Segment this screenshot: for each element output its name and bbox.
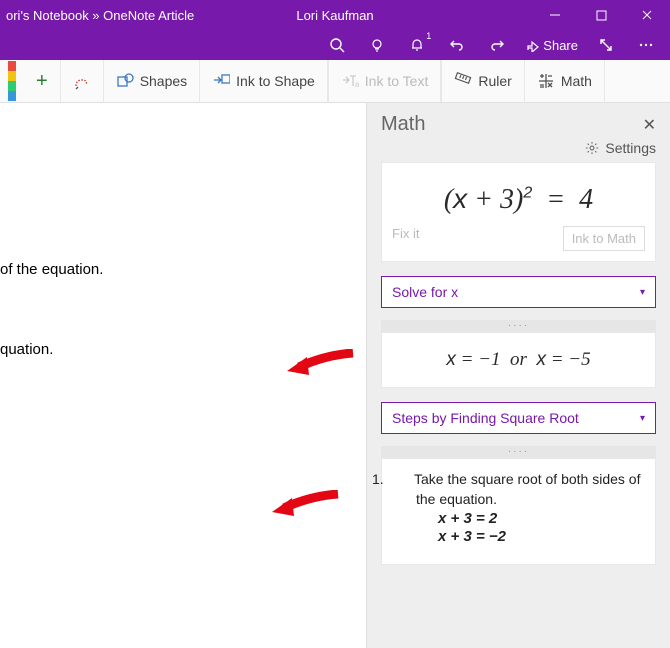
undo-icon[interactable]	[439, 30, 475, 60]
notification-count: 1	[426, 31, 431, 41]
drag-handle[interactable]: ····	[381, 320, 656, 332]
window-buttons	[532, 0, 670, 30]
title-bar: ori's Notebook » OneNote Article Lori Ka…	[0, 0, 670, 30]
close-button[interactable]	[624, 0, 670, 30]
settings-label: Settings	[605, 140, 656, 156]
notification-bell-icon[interactable]: 1	[399, 30, 435, 60]
ink-to-shape-label: Ink to Shape	[236, 73, 315, 89]
math-button[interactable]: Math	[525, 60, 605, 102]
drag-handle[interactable]: ····	[381, 446, 656, 458]
ink-to-math-button[interactable]: Ink to Math	[563, 226, 645, 251]
breadcrumb: ori's Notebook » OneNote Article	[0, 8, 194, 23]
shapes-button[interactable]: Shapes	[104, 60, 200, 102]
math-pane: Math ✕ Settings (x + 3)2 = 4 Fix it Ink …	[366, 103, 670, 648]
share-icon	[525, 38, 539, 52]
ruler-icon	[454, 72, 472, 90]
math-icon	[537, 72, 555, 90]
redo-icon[interactable]	[479, 30, 515, 60]
lightbulb-icon[interactable]	[359, 30, 395, 60]
svg-text:a: a	[355, 80, 359, 89]
chevron-down-icon: ▾	[640, 287, 645, 298]
fix-it-button[interactable]: Fix it	[392, 226, 419, 251]
shapes-icon	[116, 72, 134, 90]
math-pane-header: Math ✕	[381, 113, 656, 136]
ink-to-shape-button[interactable]: Ink to Shape	[200, 60, 328, 102]
ink-to-text-label: Ink to Text	[365, 73, 429, 89]
maximize-button[interactable]	[578, 0, 624, 30]
canvas-text-fragment: quation.	[0, 341, 53, 358]
search-icon[interactable]	[319, 30, 355, 60]
steps-card: 1.Take the square root of both sides of …	[381, 458, 656, 565]
math-label: Math	[561, 73, 592, 89]
ruler-button[interactable]: Ruler	[441, 60, 524, 102]
step-text: 1.Take the square root of both sides of …	[394, 469, 643, 510]
user-name[interactable]: Lori Kaufman	[296, 8, 373, 23]
steps-dropdown[interactable]: Steps by Finding Square Root ▾	[381, 402, 656, 434]
note-canvas[interactable]: of the equation. quation.	[0, 103, 366, 648]
action-dropdown[interactable]: Solve for x ▾	[381, 276, 656, 308]
lasso-button[interactable]	[61, 60, 104, 102]
step-equation: x + 3 = 2	[394, 510, 643, 528]
equation-display: (x + 3)2 = 4	[444, 184, 593, 215]
command-bar: 1 Share	[0, 30, 670, 60]
share-label: Share	[543, 38, 578, 53]
pen-colors-button[interactable]	[0, 60, 24, 102]
share-button[interactable]: Share	[519, 38, 584, 53]
gear-icon	[585, 141, 599, 155]
canvas-text-fragment: of the equation.	[0, 261, 103, 278]
lasso-icon	[73, 72, 91, 90]
ink-to-shape-icon	[212, 72, 230, 90]
ink-to-text-icon: a	[341, 72, 359, 90]
math-settings-button[interactable]: Settings	[381, 140, 656, 156]
plus-icon: +	[36, 70, 48, 93]
solution-display: x = −1 or x = −5	[446, 349, 590, 370]
action-dropdown-value: Solve for x	[392, 284, 458, 300]
add-pen-button[interactable]: +	[24, 60, 61, 102]
solution-card: x = −1 or x = −5	[381, 332, 656, 388]
color-strip-icon	[8, 61, 16, 101]
minimize-button[interactable]	[532, 0, 578, 30]
shapes-label: Shapes	[140, 73, 187, 89]
main-area: of the equation. quation. Math ✕ Setting…	[0, 103, 670, 648]
annotation-arrow	[285, 349, 355, 379]
chevron-down-icon: ▾	[640, 413, 645, 424]
ruler-label: Ruler	[478, 73, 511, 89]
ink-to-text-button: a Ink to Text	[328, 60, 442, 102]
math-pane-title: Math	[381, 113, 425, 136]
fullscreen-icon[interactable]	[588, 30, 624, 60]
equation-card: (x + 3)2 = 4 Fix it Ink to Math	[381, 162, 656, 262]
annotation-arrow	[270, 490, 340, 520]
step-equation: x + 3 = −2	[394, 528, 643, 546]
steps-dropdown-value: Steps by Finding Square Root	[392, 410, 579, 426]
ribbon-toolbar: + Shapes Ink to Shape a Ink to Text Rule…	[0, 60, 670, 103]
close-pane-button[interactable]: ✕	[643, 115, 656, 135]
more-icon[interactable]	[628, 30, 664, 60]
